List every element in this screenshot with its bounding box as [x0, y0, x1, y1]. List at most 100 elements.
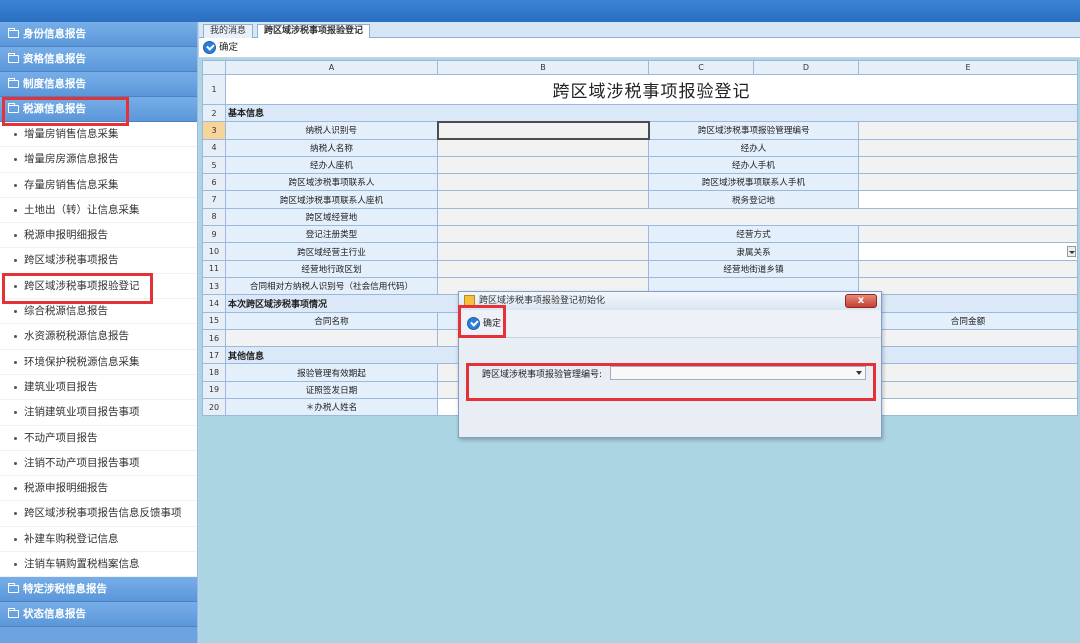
field-value[interactable] [858, 276, 1078, 296]
sidebar-item[interactable]: 增量房销售信息采集 [0, 122, 197, 148]
sidebar-item[interactable]: 注销车辆购置税档案信息 [0, 552, 197, 578]
mgmt-number-select[interactable] [610, 366, 866, 380]
sidebar-section-system[interactable]: 制度信息报告 [0, 72, 197, 97]
dialog-confirm-label: 确定 [483, 319, 502, 329]
field-value[interactable] [858, 190, 1078, 209]
column-header[interactable]: A [225, 60, 438, 75]
row-number: 4 [202, 138, 226, 157]
sidebar-section-status[interactable]: 状态信息报告 [0, 602, 197, 628]
init-dialog: 跨区域涉税事项报验登记初始化 x 确定 跨区域涉税事项报验管理编号: [458, 291, 882, 438]
table-row: 11 经营地行政区划 经营地街道乡镇 [202, 259, 1078, 278]
sidebar-section-identity[interactable]: 身份信息报告 [0, 22, 197, 47]
confirm-button[interactable]: 确定 [203, 41, 238, 55]
sidebar-section-special[interactable]: 特定涉税信息报告 [0, 577, 197, 603]
field-label: 经办人手机 [648, 155, 859, 175]
dialog-title-bar[interactable]: 跨区域涉税事项报验登记初始化 x [459, 292, 881, 310]
bullet-icon [14, 310, 17, 314]
row-number: 13 [202, 276, 226, 296]
sidebar-section-label: 状态信息报告 [23, 608, 86, 621]
sidebar-item[interactable]: 注销不动产项目报告事项 [0, 451, 197, 477]
field-value[interactable] [437, 207, 1078, 227]
sidebar-item-label: 注销不动产项目报告事项 [24, 456, 140, 469]
close-button[interactable]: x [845, 294, 877, 308]
folder-icon [8, 28, 19, 38]
bullet-icon [14, 563, 17, 567]
column-header[interactable]: B [437, 60, 649, 75]
dropdown-arrow-icon[interactable] [1067, 246, 1076, 258]
field-value[interactable] [437, 242, 649, 261]
sidebar-item[interactable]: 跨区域涉税事项报告信息反馈事项 [0, 501, 197, 527]
tab-cross-region-registration[interactable]: 跨区域涉税事项报验登记 [257, 24, 371, 38]
table-row: 3 纳税人识别号 跨区域涉税事项报验管理编号 [202, 120, 1078, 141]
bullet-icon [14, 158, 17, 162]
field-value[interactable] [858, 155, 1078, 175]
sidebar-item[interactable]: 环境保护税税源信息采集 [0, 350, 197, 375]
field-value[interactable] [858, 173, 1078, 192]
sidebar-item-label: 跨区域涉税事项报告信息反馈事项 [24, 507, 182, 520]
field-value[interactable] [437, 173, 649, 192]
column-header[interactable]: D [753, 60, 859, 75]
sidebar-item[interactable]: 增量房房源信息报告 [0, 147, 197, 173]
confirm-button-label: 确定 [219, 42, 239, 53]
sidebar-item[interactable]: 存量房销售信息采集 [0, 173, 197, 198]
field-value[interactable] [437, 225, 649, 244]
row-number: 9 [202, 225, 226, 244]
field-value[interactable] [858, 138, 1078, 157]
sidebar: 身份信息报告 资格信息报告 制度信息报告 税源信息报告 增量房销售信息采集 增量… [0, 22, 198, 643]
field-label: 登记注册类型 [225, 225, 438, 244]
field-value[interactable] [225, 328, 438, 348]
tab-bar: 我的消息 跨区域涉税事项报验登记 [199, 22, 1080, 38]
section-header-basic: 基本信息 [225, 103, 1078, 123]
field-value[interactable] [437, 259, 649, 278]
sidebar-item-cross-region-registration[interactable]: 跨区域涉税事项报验登记 [0, 274, 197, 300]
column-header[interactable]: C [648, 60, 754, 75]
field-value[interactable] [858, 259, 1078, 278]
sidebar-item-label: 增量房房源信息报告 [24, 153, 119, 166]
sidebar-item[interactable]: 补建车购税登记信息 [0, 527, 197, 553]
sidebar-item[interactable]: 税源申报明细报告 [0, 223, 197, 249]
sidebar-item[interactable]: 土地出（转）让信息采集 [0, 198, 197, 224]
field-label: 经营方式 [648, 225, 859, 244]
column-header[interactable]: E [858, 60, 1078, 75]
field-value[interactable] [437, 190, 649, 209]
bullet-icon [14, 183, 17, 187]
bullet-icon [14, 461, 17, 465]
sidebar-item-label: 不动产项目报告 [24, 431, 98, 444]
dialog-body: 跨区域涉税事项报验管理编号: [459, 339, 881, 437]
sidebar-section-tax-source[interactable]: 税源信息报告 [0, 97, 197, 122]
bullet-icon [14, 411, 17, 415]
field-value[interactable] [437, 138, 649, 157]
sidebar-item[interactable]: 注销建筑业项目报告事项 [0, 400, 197, 426]
sidebar-section-qualification[interactable]: 资格信息报告 [0, 47, 197, 72]
sidebar-item[interactable]: 不动产项目报告 [0, 426, 197, 451]
row-number: 6 [202, 173, 226, 192]
chevron-down-icon [856, 371, 862, 375]
field-label: 跨区域经营主行业 [225, 242, 438, 261]
field-value[interactable] [858, 328, 1078, 348]
dialog-confirm-button[interactable]: 确定 [467, 317, 501, 331]
taxpayer-id-input[interactable] [436, 120, 650, 141]
field-label: 经营地行政区划 [225, 259, 438, 278]
sidebar-item-label: 水资源税税源信息报告 [24, 330, 129, 343]
bullet-icon [14, 537, 17, 541]
sidebar-item[interactable]: 税源申报明细报告 [0, 476, 197, 502]
sidebar-item-label: 增量房销售信息采集 [24, 128, 119, 140]
row-number: 15 [202, 311, 226, 330]
sidebar-item[interactable]: 跨区域涉税事项报告 [0, 248, 197, 274]
field-label: 经营地街道乡镇 [648, 259, 859, 278]
app-icon [464, 295, 475, 306]
bullet-icon [14, 234, 17, 238]
affiliation-select[interactable] [858, 242, 1078, 261]
mgmt-number-value[interactable] [858, 121, 1078, 140]
folder-icon [8, 53, 19, 63]
sidebar-item[interactable]: 建筑业项目报告 [0, 375, 197, 401]
field-value[interactable] [437, 155, 649, 175]
sidebar-item[interactable]: 综合税源信息报告 [0, 299, 197, 325]
table-row: 4 纳税人名称 经办人 [202, 138, 1078, 157]
bullet-icon [14, 512, 17, 516]
table-row: 7 跨区域涉税事项联系人座机 税务登记地 [202, 190, 1078, 209]
tab-my-messages[interactable]: 我的消息 [203, 24, 254, 38]
sidebar-item[interactable]: 水资源税税源信息报告 [0, 324, 197, 350]
corner-cell[interactable] [202, 60, 226, 75]
field-value[interactable] [858, 225, 1078, 244]
